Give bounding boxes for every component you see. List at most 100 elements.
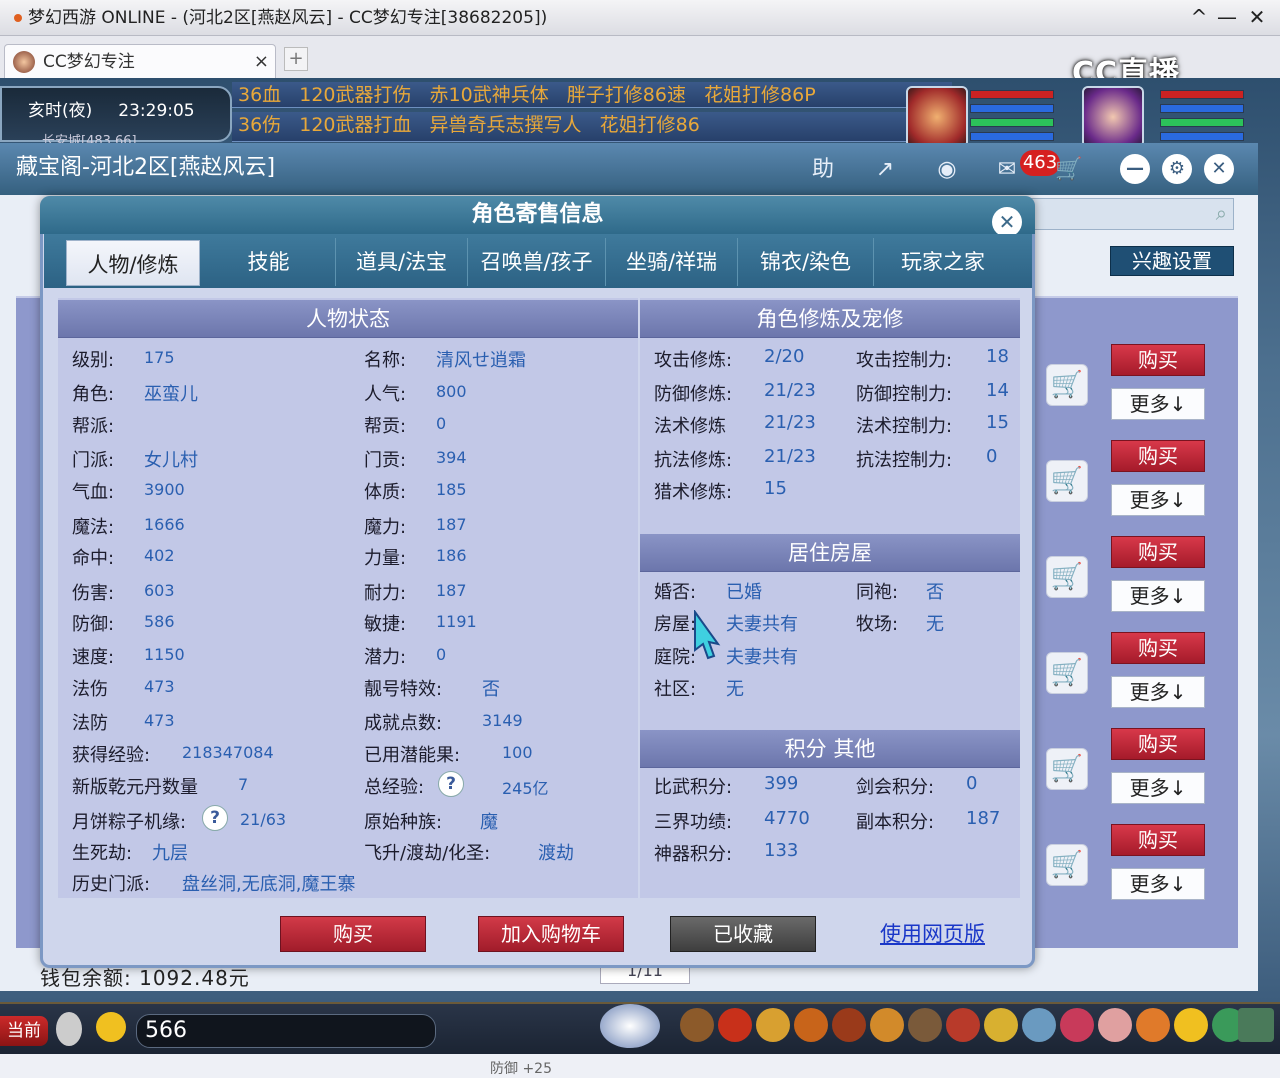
help-question-icon[interactable]: ?: [438, 771, 464, 797]
status-label: 飞升/渡劫/化圣:: [364, 843, 491, 864]
cart-icon[interactable]: 🛒: [1052, 153, 1086, 187]
menu-icon-8[interactable]: [946, 1008, 980, 1042]
menu-icon-7[interactable]: [908, 1008, 942, 1042]
status-value: 187: [436, 581, 467, 600]
row-cart-icon[interactable]: 🛒: [1046, 460, 1088, 502]
tab-character[interactable]: 人物/修炼: [66, 240, 200, 286]
row-cart-icon[interactable]: 🛒: [1046, 844, 1088, 886]
minimize-icon[interactable]: —: [1120, 154, 1150, 184]
status-value: 3900: [144, 480, 185, 499]
system-icon[interactable]: [1238, 1008, 1274, 1042]
status-value: 魔: [480, 812, 498, 833]
menu-icon-10[interactable]: [1022, 1008, 1056, 1042]
row-cart-icon[interactable]: 🛒: [1046, 364, 1088, 406]
channel-current-tab[interactable]: 当前: [0, 1016, 48, 1046]
menu-icon-4[interactable]: [794, 1008, 828, 1042]
status-value: 1666: [144, 515, 185, 534]
tab-skills[interactable]: 技能: [202, 238, 336, 286]
player-status-bars: [1160, 90, 1244, 146]
row-buy-button[interactable]: 购买: [1111, 344, 1205, 376]
use-web-version-link[interactable]: 使用网页版: [880, 918, 985, 948]
status-value: 402: [144, 546, 175, 565]
marquee-bottom: 36伤 120武器打血 异兽奇兵志撰写人 花姐打修86: [232, 112, 952, 142]
status-value: 清风せ逍霜: [436, 350, 526, 371]
settings-icon[interactable]: ⚙: [1162, 154, 1192, 184]
tab-home[interactable]: 玩家之家: [874, 238, 1012, 286]
tab-items[interactable]: 道具/法宝: [336, 238, 468, 286]
menu-icon-1[interactable]: [680, 1008, 714, 1042]
info-value: 无: [726, 679, 744, 700]
buy-button[interactable]: 购买: [280, 916, 426, 952]
record-icon[interactable]: ◉: [930, 153, 964, 187]
window-collapse-button[interactable]: ^: [1186, 4, 1212, 30]
message-icon[interactable]: ✉: [990, 153, 1024, 187]
status-value: 218347084: [182, 743, 274, 762]
favorited-button[interactable]: 已收藏: [670, 916, 816, 952]
chat-input[interactable]: 566: [136, 1014, 436, 1048]
menu-icon-2[interactable]: [718, 1008, 752, 1042]
microphone-icon[interactable]: [56, 1012, 82, 1046]
status-value: 473: [144, 677, 175, 696]
search-input[interactable]: ⌕: [1030, 198, 1234, 230]
menu-icon-12[interactable]: [1098, 1008, 1132, 1042]
status-label: 新版乾元丹数量: [72, 777, 198, 798]
status-value: 0: [436, 414, 447, 433]
help-question-icon[interactable]: ?: [202, 805, 228, 831]
info-label: 防御修炼:: [654, 384, 733, 405]
interest-settings-button[interactable]: 兴趣设置: [1110, 246, 1234, 276]
menu-icon-11[interactable]: [1060, 1008, 1094, 1042]
game-clock: 亥时(夜) 23:29:05 长安城[483,66]: [0, 86, 232, 149]
info-label: 神器积分:: [654, 844, 733, 865]
add-to-cart-button[interactable]: 加入购物车: [478, 916, 624, 952]
search-icon[interactable]: ⌕: [1216, 201, 1227, 225]
menu-icon-5[interactable]: [832, 1008, 866, 1042]
pet-portrait[interactable]: [906, 86, 968, 148]
menu-icon-14[interactable]: [1174, 1008, 1208, 1042]
row-cart-icon[interactable]: 🛒: [1046, 556, 1088, 598]
browser-tab[interactable]: CC梦幻专注 ×: [4, 44, 276, 78]
row-more-button[interactable]: 更多↓: [1111, 676, 1205, 708]
player-portrait[interactable]: [1082, 86, 1144, 148]
marquee-item: 120武器打伤: [299, 84, 412, 106]
row-cart-icon[interactable]: 🛒: [1046, 652, 1088, 694]
row-more-button[interactable]: 更多↓: [1111, 772, 1205, 804]
row-buy-button[interactable]: 购买: [1111, 536, 1205, 568]
menu-icon-13[interactable]: [1136, 1008, 1170, 1042]
menu-icon-9[interactable]: [984, 1008, 1018, 1042]
mascot-icon[interactable]: [600, 1004, 660, 1048]
info-value: 133: [764, 840, 799, 861]
row-buy-button[interactable]: 购买: [1111, 728, 1205, 760]
tab-mounts[interactable]: 坐骑/祥瑞: [606, 238, 738, 286]
row-more-button[interactable]: 更多↓: [1111, 484, 1205, 516]
status-label: 速度:: [72, 647, 115, 668]
tab-pets[interactable]: 召唤兽/孩子: [468, 238, 606, 286]
menu-icon-6[interactable]: [870, 1008, 904, 1042]
share-icon[interactable]: ↗: [868, 153, 902, 187]
marquee-item: 花姐打修86P: [704, 84, 816, 106]
info-label: 法术修炼: [654, 416, 726, 437]
new-tab-button[interactable]: +: [284, 47, 308, 71]
info-value: 15: [986, 412, 1009, 433]
row-more-button[interactable]: 更多↓: [1111, 868, 1205, 900]
row-more-button[interactable]: 更多↓: [1111, 580, 1205, 612]
status-label: 原始种族:: [364, 812, 443, 833]
status-label: 敏捷:: [364, 614, 407, 635]
tab-outfits[interactable]: 锦衣/染色: [738, 238, 874, 286]
status-label: 防御:: [72, 614, 115, 635]
clock-time: 23:29:05: [118, 101, 195, 121]
close-icon[interactable]: ✕: [1204, 154, 1234, 184]
chat-bubble-icon[interactable]: [96, 1012, 126, 1042]
window-minimize-button[interactable]: —: [1214, 4, 1240, 30]
status-value: 185: [436, 480, 467, 499]
row-buy-button[interactable]: 购买: [1111, 824, 1205, 856]
row-cart-icon[interactable]: 🛒: [1046, 748, 1088, 790]
help-icon[interactable]: 助: [806, 153, 840, 187]
menu-icon-3[interactable]: [756, 1008, 790, 1042]
tab-close-icon[interactable]: ×: [254, 45, 269, 79]
row-buy-button[interactable]: 购买: [1111, 632, 1205, 664]
row-buy-button[interactable]: 购买: [1111, 440, 1205, 472]
status-value: 否: [482, 679, 500, 700]
window-close-button[interactable]: ✕: [1244, 4, 1270, 30]
row-more-button[interactable]: 更多↓: [1111, 388, 1205, 420]
dialog-close-icon[interactable]: ✕: [992, 207, 1022, 237]
